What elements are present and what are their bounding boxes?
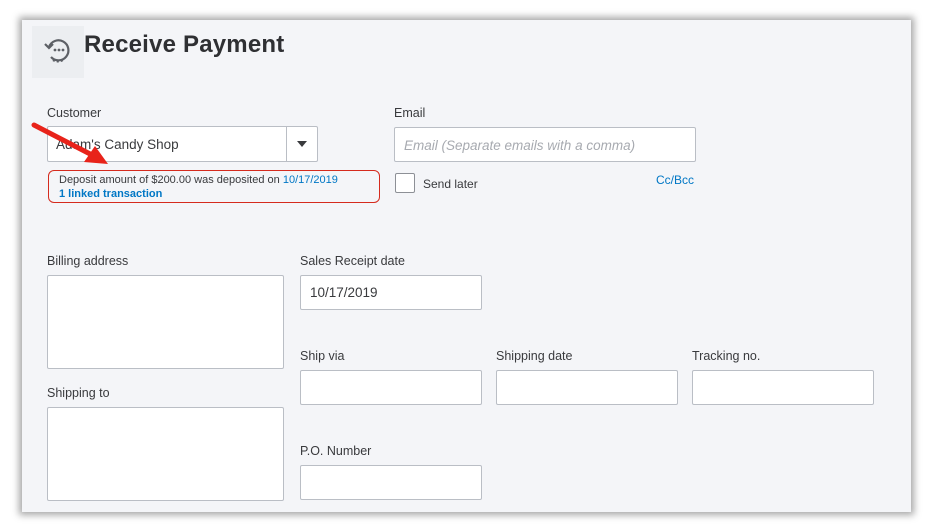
email-label: Email xyxy=(394,106,426,120)
sales-receipt-date-field[interactable]: 10/17/2019 xyxy=(300,275,482,310)
email-field[interactable]: Email (Separate emails with a comma) xyxy=(394,127,696,162)
receive-payment-icon-tile xyxy=(32,26,84,78)
sales-receipt-date-value: 10/17/2019 xyxy=(310,285,378,300)
billing-address-field[interactable] xyxy=(47,275,284,369)
customer-dropdown-button[interactable] xyxy=(286,127,317,161)
billing-address-label: Billing address xyxy=(47,254,129,268)
annotation-arrow-icon xyxy=(31,122,108,164)
clock-refresh-icon xyxy=(44,39,70,63)
po-number-label: P.O. Number xyxy=(300,444,372,458)
sales-receipt-date-label: Sales Receipt date xyxy=(300,254,405,268)
send-later-label: Send later xyxy=(423,177,478,191)
tracking-no-label: Tracking no. xyxy=(692,349,761,363)
chevron-down-icon xyxy=(297,141,307,147)
send-later-checkbox[interactable] xyxy=(395,173,415,193)
shipping-to-field[interactable] xyxy=(47,407,284,501)
deposit-date-link[interactable]: 10/17/2019 xyxy=(283,174,338,186)
shipping-date-field[interactable] xyxy=(496,370,678,405)
shipping-to-label: Shipping to xyxy=(47,386,110,400)
shipping-date-label: Shipping date xyxy=(496,349,573,363)
receive-payment-panel: Receive Payment Customer Adam's Candy Sh… xyxy=(22,20,911,512)
tracking-no-field[interactable] xyxy=(692,370,874,405)
po-number-field[interactable] xyxy=(300,465,482,500)
linked-transaction-link[interactable]: 1 linked transaction xyxy=(59,188,162,200)
email-placeholder: Email (Separate emails with a comma) xyxy=(404,138,636,153)
page-title: Receive Payment xyxy=(84,31,285,58)
ship-via-label: Ship via xyxy=(300,349,345,363)
ship-via-field[interactable] xyxy=(300,370,482,405)
cc-bcc-link[interactable]: Cc/Bcc xyxy=(656,173,694,187)
